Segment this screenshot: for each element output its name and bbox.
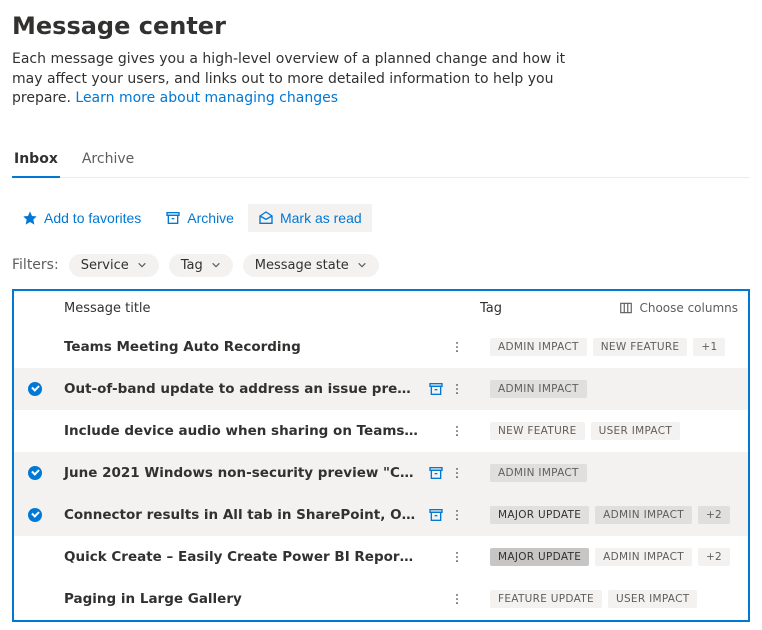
tag-badge: FEATURE UPDATE [490,590,602,608]
filter-tag-label: Tag [181,258,203,273]
archive-icon[interactable] [428,465,444,481]
filter-service-label: Service [81,258,129,273]
message-title[interactable]: Out-of-band update to address an issue p… [44,381,424,397]
tab-inbox[interactable]: Inbox [12,145,60,177]
choose-columns-button[interactable]: Choose columns [619,301,738,315]
filters-label: Filters: [12,257,59,273]
mark-read-label: Mark as read [280,210,362,226]
table-row[interactable]: June 2021 Windows non-security preview "… [14,452,748,494]
row-tags: MAJOR UPDATE ADMIN IMPACT +2 [464,548,738,566]
message-title[interactable]: Quick Create – Easily Create Power BI Re… [44,549,424,565]
more-icon[interactable] [450,423,464,439]
tag-badge: NEW FEATURE [490,422,585,440]
table-row[interactable]: Include device audio when sharing on Tea… [14,410,748,452]
filter-bar: Filters: Service Tag Message state [12,250,750,289]
tag-badge: ADMIN IMPACT [490,464,587,482]
tab-bar: Inbox Archive [12,145,750,178]
message-title[interactable]: Include device audio when sharing on Tea… [44,423,424,439]
choose-columns-label: Choose columns [639,301,738,315]
more-icon[interactable] [450,381,464,397]
col-header-title[interactable]: Message title [64,301,444,316]
more-icon[interactable] [450,465,464,481]
tag-badge: ADMIN IMPACT [490,380,587,398]
filter-tag[interactable]: Tag [169,254,233,277]
tag-badge: NEW FEATURE [593,338,688,356]
columns-icon [619,301,633,315]
table-header: Message title Tag Choose columns [14,291,748,326]
message-table: Message title Tag Choose columns Teams M… [12,289,750,622]
tag-badge: ADMIN IMPACT [595,506,692,524]
check-circle-icon [28,508,42,522]
archive-icon [165,210,181,226]
learn-more-link[interactable]: Learn more about managing changes [75,90,338,106]
tag-badge: +2 [698,506,730,524]
row-actions [424,381,464,397]
table-row[interactable]: Teams Meeting Auto Recording ADMIN IMPACT… [14,326,748,368]
row-actions [424,549,464,565]
mail-open-icon [258,210,274,226]
filter-message-state[interactable]: Message state [243,254,379,277]
tab-archive[interactable]: Archive [80,145,136,177]
row-actions [424,423,464,439]
check-circle-icon [28,466,42,480]
table-row[interactable]: Connector results in All tab in SharePoi… [14,494,748,536]
row-selected-indicator[interactable] [26,508,44,522]
tag-badge: +2 [698,548,730,566]
message-title[interactable]: Paging in Large Gallery [44,591,424,607]
table-row[interactable]: Out-of-band update to address an issue p… [14,368,748,410]
row-tags: ADMIN IMPACT [464,380,738,398]
table-row[interactable]: Paging in Large Gallery FEATURE UPDATE USE… [14,578,748,620]
chevron-down-icon [357,260,367,270]
archive-icon[interactable] [428,381,444,397]
chevron-down-icon [137,260,147,270]
row-actions [424,507,464,523]
tag-badge: ADMIN IMPACT [490,338,587,356]
message-title[interactable]: Teams Meeting Auto Recording [44,339,424,355]
more-icon[interactable] [450,507,464,523]
row-tags: ADMIN IMPACT NEW FEATURE +1 [464,338,738,356]
chevron-down-icon [211,260,221,270]
archive-label: Archive [187,210,234,226]
message-title[interactable]: Connector results in All tab in SharePoi… [44,507,424,523]
tag-badge: USER IMPACT [591,422,680,440]
mark-as-read-button[interactable]: Mark as read [248,204,372,232]
archive-button[interactable]: Archive [155,204,244,232]
message-title[interactable]: June 2021 Windows non-security preview "… [44,465,424,481]
row-selected-indicator[interactable] [26,466,44,480]
table-body: Teams Meeting Auto Recording ADMIN IMPACT… [14,326,748,620]
row-selected-indicator[interactable] [26,382,44,396]
archive-icon[interactable] [428,507,444,523]
add-to-favorites-button[interactable]: Add to favorites [12,204,151,232]
tag-badge: ADMIN IMPACT [595,548,692,566]
tag-badge: MAJOR UPDATE [490,506,589,524]
favorites-label: Add to favorites [44,210,141,226]
page-title: Message center [12,12,750,40]
tag-badge: MAJOR UPDATE [490,548,589,566]
more-icon[interactable] [450,549,464,565]
row-tags: FEATURE UPDATE USER IMPACT [464,590,738,608]
row-actions [424,339,464,355]
filter-state-label: Message state [255,258,349,273]
row-actions [424,465,464,481]
row-tags: MAJOR UPDATE ADMIN IMPACT +2 [464,506,738,524]
row-tags: NEW FEATURE USER IMPACT [464,422,738,440]
more-icon[interactable] [450,591,464,607]
star-icon [22,210,38,226]
more-icon[interactable] [450,339,464,355]
col-header-tag[interactable]: Tag [444,301,619,316]
table-row[interactable]: Quick Create – Easily Create Power BI Re… [14,536,748,578]
toolbar: Add to favorites Archive Mark as read [12,198,750,238]
intro-text: Each message gives you a high-level over… [12,50,572,109]
row-tags: ADMIN IMPACT [464,464,738,482]
row-actions [424,591,464,607]
check-circle-icon [28,382,42,396]
filter-service[interactable]: Service [69,254,159,277]
tag-badge: +1 [693,338,725,356]
tag-badge: USER IMPACT [608,590,697,608]
